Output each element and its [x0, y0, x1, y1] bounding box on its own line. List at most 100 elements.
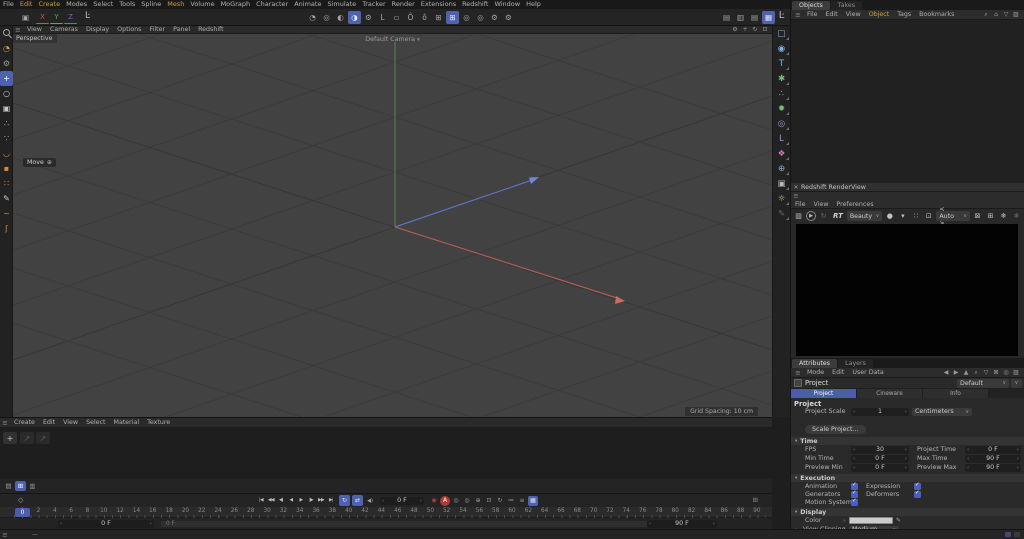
- checkbox[interactable]: [851, 482, 858, 490]
- renderview-menu-item[interactable]: View: [810, 201, 833, 208]
- objects-corner-icon[interactable]: ▨: [1012, 11, 1020, 19]
- objects-corner-icon[interactable]: ⌂: [992, 11, 1000, 19]
- attributes-corner-icon[interactable]: ▲: [962, 369, 970, 377]
- transport-button[interactable]: |▶: [306, 495, 316, 506]
- palette-icon[interactable]: ⊕: [774, 161, 790, 176]
- menu-item[interactable]: Create: [35, 0, 63, 9]
- palette-icon[interactable]: ◎: [774, 116, 790, 131]
- left-tool-icon[interactable]: +: [0, 71, 13, 86]
- left-tool-icon[interactable]: ▣: [0, 101, 13, 116]
- transport-button[interactable]: ▶|: [326, 495, 336, 506]
- attributes-menu-item[interactable]: Edit: [828, 369, 848, 376]
- left-tool-icon[interactable]: ∷: [0, 176, 13, 191]
- scale-project-button[interactable]: Scale Project...: [805, 425, 866, 434]
- renderview-icon[interactable]: ⊞: [985, 211, 996, 222]
- objects-menu-item[interactable]: Tags: [893, 11, 915, 18]
- snapshot-dropdown[interactable]: < Auto >: [936, 206, 970, 227]
- checkbox[interactable]: [851, 490, 858, 498]
- menu-item[interactable]: Select: [90, 0, 116, 9]
- renderview-icon[interactable]: ∷: [910, 211, 921, 222]
- material-menu-item[interactable]: Texture: [143, 419, 174, 426]
- transport-button[interactable]: ▶: [296, 495, 306, 506]
- palette-icon[interactable]: □: [774, 26, 790, 41]
- search-icon[interactable]: [2, 29, 10, 36]
- material-menu-item[interactable]: Select: [82, 419, 109, 426]
- attributes-menu-item[interactable]: Mode: [803, 369, 828, 376]
- palette-icon[interactable]: ▣: [774, 176, 790, 191]
- menu-item[interactable]: Edit: [17, 0, 36, 9]
- current-frame-field[interactable]: 0 F: [380, 496, 424, 505]
- grid-snap-icon[interactable]: ⊞: [432, 11, 445, 24]
- workplane-icon[interactable]: L: [376, 11, 389, 24]
- panel-tab[interactable]: Attributes: [792, 359, 838, 368]
- snap-3d-icon[interactable]: ◑: [348, 11, 361, 24]
- menu-item[interactable]: Redshift: [459, 0, 491, 9]
- gear-alt-icon[interactable]: ⚙: [502, 11, 515, 24]
- layout-button[interactable]: ▥: [734, 11, 747, 24]
- snap-off-icon[interactable]: ◔: [306, 11, 319, 24]
- palette-icon[interactable]: T: [774, 56, 790, 71]
- viewport-menu-item[interactable]: Display: [82, 26, 113, 33]
- menu-item[interactable]: Render: [389, 0, 418, 9]
- rt-toggle[interactable]: RT: [831, 212, 845, 220]
- palette-icon[interactable]: ✎: [774, 206, 790, 221]
- objects-menu-item[interactable]: Object: [865, 11, 894, 18]
- value-field[interactable]: 30: [851, 445, 909, 454]
- left-tool-icon[interactable]: ▪: [0, 161, 13, 176]
- attributes-hamburger-icon[interactable]: [793, 369, 803, 377]
- viewport-menu-item[interactable]: Panel: [169, 26, 194, 33]
- material-menu-item[interactable]: View: [59, 419, 82, 426]
- attributes-corner-icon[interactable]: ⊠: [992, 369, 1000, 377]
- material-list[interactable]: + ↗ ↗: [0, 428, 772, 479]
- add-material-button[interactable]: +: [3, 432, 17, 444]
- left-tool-icon[interactable]: ⚙: [0, 56, 13, 71]
- objects-menu-item[interactable]: Bookmarks: [915, 11, 958, 18]
- renderview-hamburger-icon[interactable]: [791, 192, 801, 200]
- transport-button[interactable]: ◀: [286, 495, 296, 506]
- render-pass-dropdown[interactable]: Beauty: [846, 211, 883, 221]
- objects-menu-item[interactable]: View: [842, 11, 865, 18]
- powerslider-options-icon[interactable]: ⊞: [753, 496, 758, 504]
- menu-item[interactable]: File: [0, 0, 17, 9]
- material-view-icon[interactable]: ▥: [27, 481, 38, 491]
- workplane-icon[interactable]: Ŀ: [774, 10, 789, 21]
- objects-menu-item[interactable]: File: [803, 11, 822, 18]
- axis-lock-button[interactable]: Z: [64, 11, 77, 24]
- record-button[interactable]: ◎: [462, 496, 472, 506]
- value-field[interactable]: 0 F: [851, 454, 909, 463]
- left-tool-icon[interactable]: ○: [0, 86, 13, 101]
- time-section-header[interactable]: Time: [791, 437, 1024, 445]
- material-menu-item[interactable]: Create: [10, 419, 39, 426]
- viewport-corner-icon[interactable]: ⚙: [731, 26, 739, 33]
- attributes-corner-icon[interactable]: ◀: [942, 369, 950, 377]
- attributes-corner-icon[interactable]: ▨: [1012, 369, 1020, 377]
- viewport-corner-icon[interactable]: +: [741, 26, 749, 33]
- value-field[interactable]: 0 F: [965, 445, 1021, 454]
- renderview-menu-item[interactable]: Preferences: [833, 201, 878, 208]
- left-tool-icon[interactable]: ∴: [0, 116, 13, 131]
- record-button[interactable]: ≔: [506, 496, 516, 506]
- timeline-playhead[interactable]: 0: [15, 508, 30, 517]
- record-button[interactable]: ≡: [517, 496, 527, 506]
- transport-button[interactable]: ◀◀: [266, 495, 276, 506]
- palette-icon[interactable]: ☼: [774, 191, 790, 206]
- render-output[interactable]: [796, 224, 1018, 356]
- attribute-section-tab[interactable]: Project: [791, 389, 857, 398]
- renderview-icon[interactable]: ⊠: [972, 211, 983, 222]
- execution-section-header[interactable]: Execution: [791, 474, 1024, 482]
- layout-button[interactable]: ▤: [748, 11, 761, 24]
- material-arrow-icon[interactable]: ↗: [20, 432, 34, 444]
- value-field[interactable]: 90 F: [965, 463, 1021, 472]
- menu-item[interactable]: Animate: [291, 0, 324, 9]
- modeling-axis-icon[interactable]: Ô: [404, 11, 417, 24]
- objects-corner-icon[interactable]: ▽: [1002, 11, 1010, 19]
- panel-tab[interactable]: Takes: [830, 1, 863, 10]
- viewport-hamburger-icon[interactable]: [13, 26, 23, 34]
- workplane-lock-icon[interactable]: ▫: [390, 11, 403, 24]
- layout-button[interactable]: ▤: [720, 11, 733, 24]
- viewport-menu-item[interactable]: Cameras: [46, 26, 82, 33]
- renderview-icon[interactable]: ▶: [806, 210, 816, 221]
- viewport[interactable]: ViewCamerasDisplayOptionsFilterPanelReds…: [13, 26, 772, 417]
- record-button[interactable]: A: [440, 495, 450, 506]
- value-field[interactable]: 90 F: [965, 454, 1021, 463]
